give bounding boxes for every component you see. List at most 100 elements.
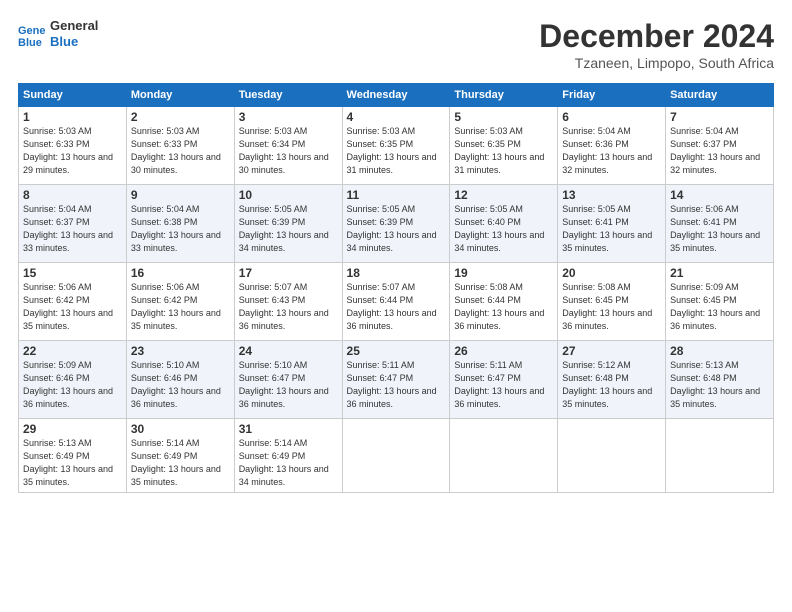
day-info: Sunrise: 5:10 AM Sunset: 6:47 PM Dayligh… <box>239 359 338 411</box>
daylight-label: Daylight: 13 hours and 36 minutes. <box>562 308 652 331</box>
day-info: Sunrise: 5:13 AM Sunset: 6:49 PM Dayligh… <box>23 437 122 489</box>
table-row: 29 Sunrise: 5:13 AM Sunset: 6:49 PM Dayl… <box>19 419 127 493</box>
sunset-label: Sunset: 6:45 PM <box>670 295 737 305</box>
day-info: Sunrise: 5:08 AM Sunset: 6:44 PM Dayligh… <box>454 281 553 333</box>
sunrise-label: Sunrise: 5:14 AM <box>131 438 200 448</box>
col-thursday: Thursday <box>450 84 558 107</box>
sunset-label: Sunset: 6:41 PM <box>670 217 737 227</box>
day-info: Sunrise: 5:07 AM Sunset: 6:44 PM Dayligh… <box>347 281 446 333</box>
sunset-label: Sunset: 6:37 PM <box>23 217 90 227</box>
daylight-label: Daylight: 13 hours and 35 minutes. <box>562 230 652 253</box>
month-title: December 2024 <box>539 18 774 55</box>
day-info: Sunrise: 5:05 AM Sunset: 6:40 PM Dayligh… <box>454 203 553 255</box>
sunset-label: Sunset: 6:47 PM <box>454 373 521 383</box>
daylight-label: Daylight: 13 hours and 34 minutes. <box>347 230 437 253</box>
sunrise-label: Sunrise: 5:07 AM <box>347 282 416 292</box>
day-number: 4 <box>347 110 446 124</box>
svg-text:Blue: Blue <box>18 37 42 48</box>
sunset-label: Sunset: 6:36 PM <box>562 139 629 149</box>
daylight-label: Daylight: 13 hours and 36 minutes. <box>670 308 760 331</box>
table-row: 13 Sunrise: 5:05 AM Sunset: 6:41 PM Dayl… <box>558 185 666 263</box>
table-row: 1 Sunrise: 5:03 AM Sunset: 6:33 PM Dayli… <box>19 107 127 185</box>
sunrise-label: Sunrise: 5:13 AM <box>23 438 92 448</box>
daylight-label: Daylight: 13 hours and 36 minutes. <box>454 308 544 331</box>
day-number: 9 <box>131 188 230 202</box>
table-row: 16 Sunrise: 5:06 AM Sunset: 6:42 PM Dayl… <box>126 263 234 341</box>
logo: General Blue General Blue <box>18 18 98 49</box>
table-row: 31 Sunrise: 5:14 AM Sunset: 6:49 PM Dayl… <box>234 419 342 493</box>
day-number: 1 <box>23 110 122 124</box>
sunset-label: Sunset: 6:45 PM <box>562 295 629 305</box>
day-number: 2 <box>131 110 230 124</box>
day-info: Sunrise: 5:03 AM Sunset: 6:35 PM Dayligh… <box>454 125 553 177</box>
sunrise-label: Sunrise: 5:05 AM <box>454 204 523 214</box>
daylight-label: Daylight: 13 hours and 32 minutes. <box>670 152 760 175</box>
sunrise-label: Sunrise: 5:05 AM <box>347 204 416 214</box>
day-number: 6 <box>562 110 661 124</box>
daylight-label: Daylight: 13 hours and 35 minutes. <box>670 230 760 253</box>
sunset-label: Sunset: 6:44 PM <box>347 295 414 305</box>
day-number: 27 <box>562 344 661 358</box>
sunrise-label: Sunrise: 5:03 AM <box>347 126 416 136</box>
day-number: 21 <box>670 266 769 280</box>
day-info: Sunrise: 5:11 AM Sunset: 6:47 PM Dayligh… <box>454 359 553 411</box>
sunrise-label: Sunrise: 5:08 AM <box>562 282 631 292</box>
daylight-label: Daylight: 13 hours and 34 minutes. <box>239 230 329 253</box>
daylight-label: Daylight: 13 hours and 36 minutes. <box>239 308 329 331</box>
col-saturday: Saturday <box>666 84 774 107</box>
day-info: Sunrise: 5:04 AM Sunset: 6:37 PM Dayligh… <box>670 125 769 177</box>
table-row: 30 Sunrise: 5:14 AM Sunset: 6:49 PM Dayl… <box>126 419 234 493</box>
day-info: Sunrise: 5:07 AM Sunset: 6:43 PM Dayligh… <box>239 281 338 333</box>
day-number: 24 <box>239 344 338 358</box>
sunset-label: Sunset: 6:43 PM <box>239 295 306 305</box>
day-number: 25 <box>347 344 446 358</box>
day-number: 22 <box>23 344 122 358</box>
col-tuesday: Tuesday <box>234 84 342 107</box>
sunset-label: Sunset: 6:46 PM <box>131 373 198 383</box>
table-row: 11 Sunrise: 5:05 AM Sunset: 6:39 PM Dayl… <box>342 185 450 263</box>
day-number: 5 <box>454 110 553 124</box>
sunrise-label: Sunrise: 5:04 AM <box>562 126 631 136</box>
day-info: Sunrise: 5:13 AM Sunset: 6:48 PM Dayligh… <box>670 359 769 411</box>
daylight-label: Daylight: 13 hours and 35 minutes. <box>562 386 652 409</box>
logo-blue-label: Blue <box>50 34 98 50</box>
daylight-label: Daylight: 13 hours and 36 minutes. <box>347 386 437 409</box>
sunrise-label: Sunrise: 5:03 AM <box>454 126 523 136</box>
table-row: 12 Sunrise: 5:05 AM Sunset: 6:40 PM Dayl… <box>450 185 558 263</box>
day-number: 15 <box>23 266 122 280</box>
day-info: Sunrise: 5:14 AM Sunset: 6:49 PM Dayligh… <box>239 437 338 489</box>
day-number: 13 <box>562 188 661 202</box>
daylight-label: Daylight: 13 hours and 36 minutes. <box>347 308 437 331</box>
col-friday: Friday <box>558 84 666 107</box>
sunrise-label: Sunrise: 5:05 AM <box>562 204 631 214</box>
sunset-label: Sunset: 6:48 PM <box>670 373 737 383</box>
table-row: 20 Sunrise: 5:08 AM Sunset: 6:45 PM Dayl… <box>558 263 666 341</box>
day-info: Sunrise: 5:04 AM Sunset: 6:37 PM Dayligh… <box>23 203 122 255</box>
calendar-header-row: Sunday Monday Tuesday Wednesday Thursday… <box>19 84 774 107</box>
sunset-label: Sunset: 6:49 PM <box>239 451 306 461</box>
sunrise-label: Sunrise: 5:09 AM <box>23 360 92 370</box>
day-number: 20 <box>562 266 661 280</box>
sunrise-label: Sunrise: 5:04 AM <box>670 126 739 136</box>
day-info: Sunrise: 5:10 AM Sunset: 6:46 PM Dayligh… <box>131 359 230 411</box>
sunset-label: Sunset: 6:39 PM <box>347 217 414 227</box>
sunrise-label: Sunrise: 5:03 AM <box>131 126 200 136</box>
calendar-week-row: 15 Sunrise: 5:06 AM Sunset: 6:42 PM Dayl… <box>19 263 774 341</box>
sunrise-label: Sunrise: 5:11 AM <box>347 360 415 370</box>
table-row: 28 Sunrise: 5:13 AM Sunset: 6:48 PM Dayl… <box>666 341 774 419</box>
table-row: 9 Sunrise: 5:04 AM Sunset: 6:38 PM Dayli… <box>126 185 234 263</box>
sunrise-label: Sunrise: 5:09 AM <box>670 282 739 292</box>
daylight-label: Daylight: 13 hours and 34 minutes. <box>239 464 329 487</box>
daylight-label: Daylight: 13 hours and 35 minutes. <box>131 464 221 487</box>
table-row: 10 Sunrise: 5:05 AM Sunset: 6:39 PM Dayl… <box>234 185 342 263</box>
logo-text: General Blue <box>50 18 98 49</box>
table-row <box>450 419 558 493</box>
sunset-label: Sunset: 6:42 PM <box>131 295 198 305</box>
daylight-label: Daylight: 13 hours and 32 minutes. <box>562 152 652 175</box>
sunset-label: Sunset: 6:44 PM <box>454 295 521 305</box>
sunset-label: Sunset: 6:42 PM <box>23 295 90 305</box>
daylight-label: Daylight: 13 hours and 35 minutes. <box>23 308 113 331</box>
day-number: 7 <box>670 110 769 124</box>
day-info: Sunrise: 5:12 AM Sunset: 6:48 PM Dayligh… <box>562 359 661 411</box>
day-info: Sunrise: 5:05 AM Sunset: 6:39 PM Dayligh… <box>347 203 446 255</box>
